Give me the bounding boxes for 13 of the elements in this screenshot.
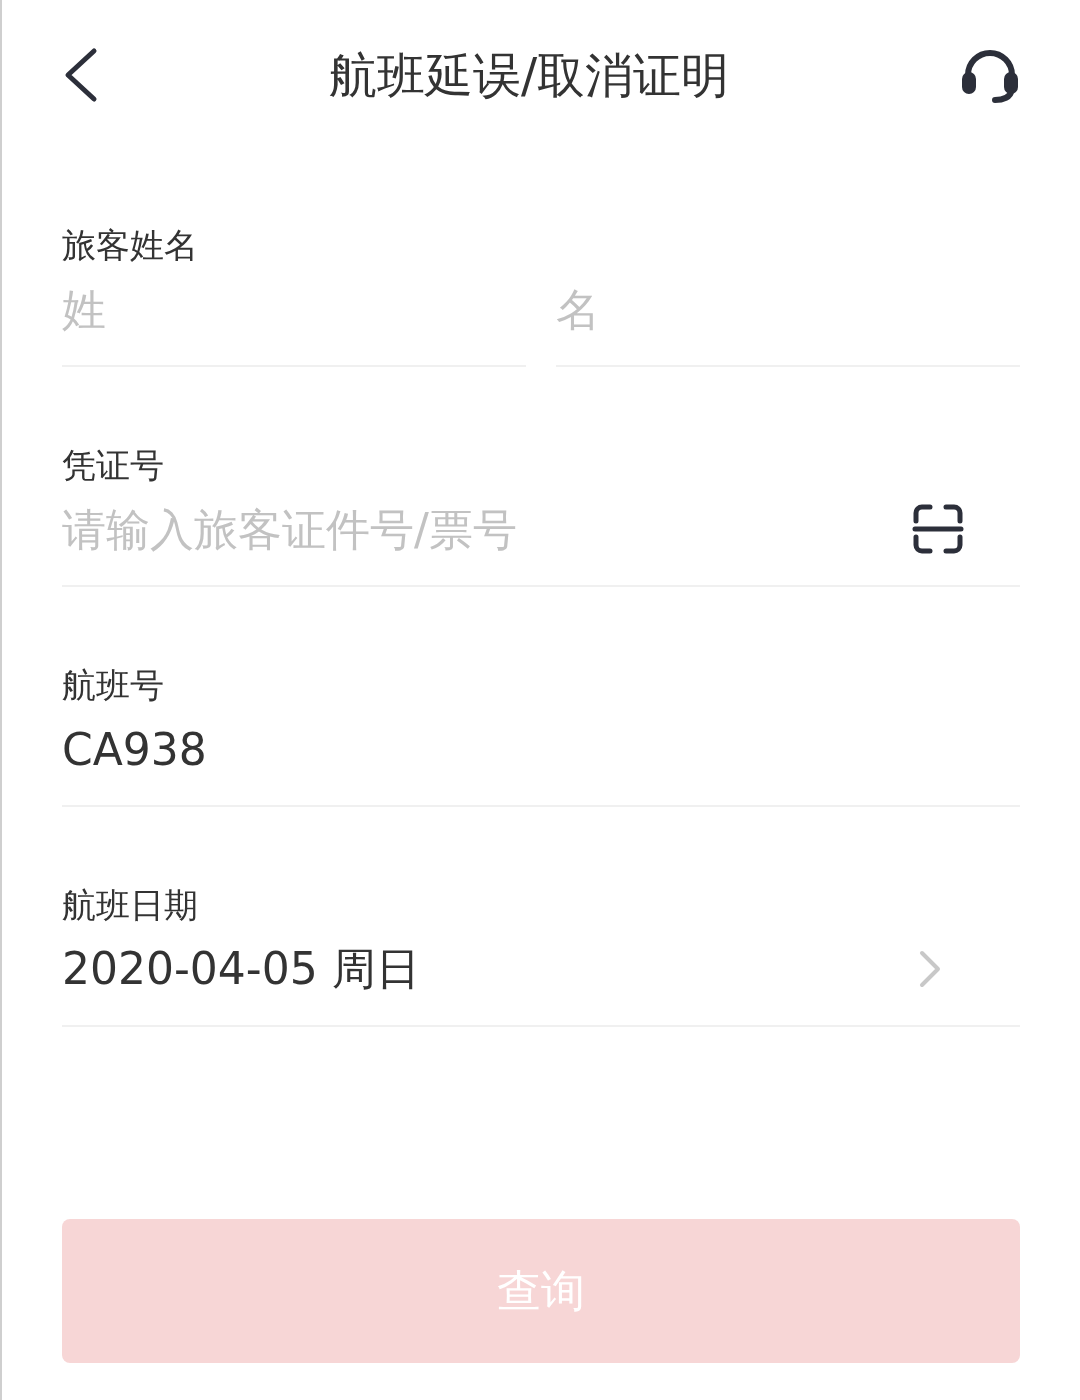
scan-icon[interactable]: [912, 503, 964, 555]
flight-date-picker[interactable]: 2020-04-05 周日: [62, 925, 1020, 1027]
chevron-right-icon: [918, 949, 942, 989]
field-label: 航班日期: [62, 885, 199, 925]
document-number-input-field[interactable]: 请输入旅客证件号/票号: [62, 485, 912, 573]
name-input-field[interactable]: 姓: [62, 265, 526, 353]
field-label: 航班号: [62, 665, 165, 705]
field-label: 凭证号: [62, 445, 165, 485]
field-label: 旅客姓名: [62, 225, 199, 265]
page-title: 航班延误/取消证明: [328, 46, 730, 105]
flight-number-input-field[interactable]: CA938: [62, 705, 1020, 793]
headset-icon[interactable]: [960, 47, 1020, 103]
name-input-field[interactable]: 名: [556, 265, 1020, 353]
